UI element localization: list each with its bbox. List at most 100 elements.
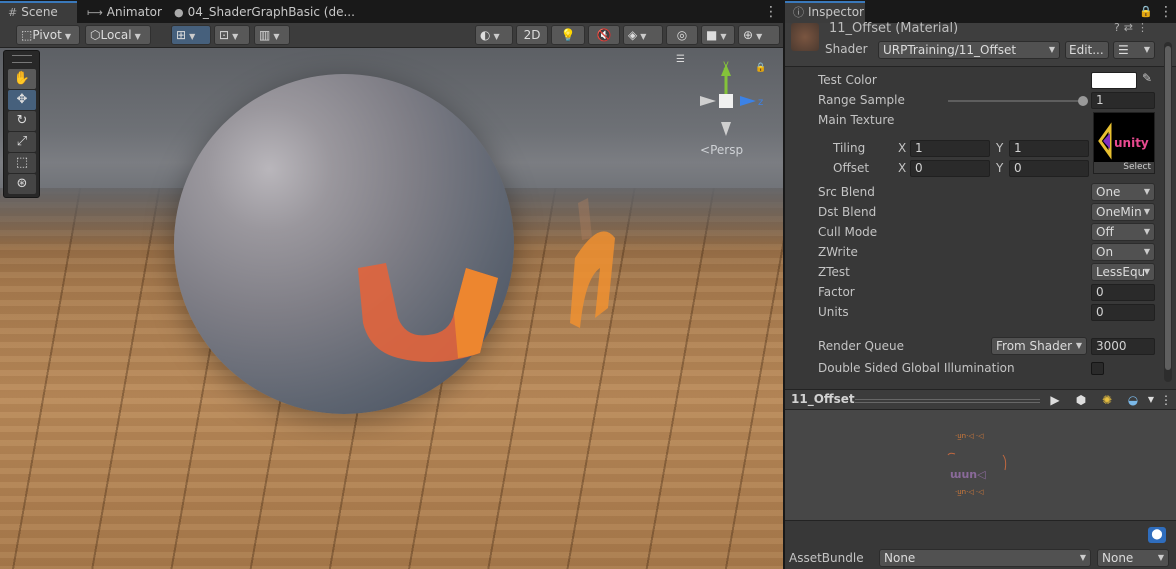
hand-tool-button[interactable]: ✋ xyxy=(8,69,36,89)
zwrite-dropdown[interactable]: On ▼ xyxy=(1091,243,1155,261)
snap-icon: ⊡ xyxy=(219,28,230,42)
main-texture-slot[interactable]: unity Select xyxy=(1093,112,1155,174)
preview-more-icon[interactable]: ⋮ xyxy=(1155,391,1176,409)
mute-icon: 🔇 xyxy=(596,28,612,42)
inspector-more-icon[interactable]: ⋮ xyxy=(1159,5,1173,19)
main-texture-label: Main Texture xyxy=(818,113,895,127)
grid-snap-toggle[interactable]: ⊞ ▼ xyxy=(171,25,211,45)
shadergraph-icon: ● xyxy=(174,6,184,19)
local-dropdown[interactable]: ⬡Local ▼ xyxy=(85,25,151,45)
render-queue-field[interactable]: 3000 xyxy=(1091,338,1155,355)
mesh-cube-icon[interactable]: ⬢ xyxy=(1070,391,1092,409)
ruler-icon: ▥ xyxy=(259,28,271,42)
test-color-swatch[interactable] xyxy=(1091,72,1137,89)
assetbundle-dropdown[interactable]: None ▼ xyxy=(879,549,1091,567)
preview-drag-handle[interactable] xyxy=(855,399,1040,403)
range-sample-slider-knob[interactable] xyxy=(1078,96,1088,106)
snap-increment-button[interactable]: ⊡ ▼ xyxy=(214,25,250,45)
shader-label: Shader xyxy=(825,42,868,56)
play-icon[interactable]: ▶ xyxy=(1044,391,1066,409)
offset-x-field[interactable]: 0 xyxy=(910,160,990,177)
chevron-down-icon: ▼ xyxy=(720,32,727,41)
material-sphere[interactable] xyxy=(174,74,514,414)
shader-edit-button[interactable]: Edit... xyxy=(1065,41,1109,59)
material-preview[interactable]: ·u̲n·◁ ·◁ ɯun◁ ·u̲n·◁ ·◁ xyxy=(785,410,1176,520)
projection-label[interactable]: <Persp xyxy=(700,143,743,157)
persp-label: Persp xyxy=(710,143,744,157)
tab-scene[interactable]: # Scene xyxy=(0,1,77,23)
factor-field[interactable]: 0 xyxy=(1091,284,1155,301)
animator-icon: ⟼ xyxy=(87,6,103,19)
grid-snap-icon: ⊞ xyxy=(176,28,187,42)
material-thumbnail xyxy=(791,23,819,51)
test-color-label: Test Color xyxy=(818,73,877,87)
audio-toggle[interactable]: 🔇 xyxy=(588,25,620,45)
tag-icon[interactable]: ⬤ xyxy=(1148,527,1166,543)
render-queue-dropdown[interactable]: From Shader ▼ xyxy=(991,337,1087,355)
range-sample-slider[interactable] xyxy=(948,100,1083,102)
lock-icon[interactable]: 🔒 xyxy=(755,63,766,73)
more-icon[interactable]: ⋮ xyxy=(1137,21,1152,34)
units-field[interactable]: 0 xyxy=(1091,304,1155,321)
grid-visibility-button[interactable]: ▥ ▼ xyxy=(254,25,290,45)
units-label: Units xyxy=(818,305,849,319)
overlay-menu-icon[interactable]: ☰ xyxy=(676,54,685,65)
tiling-y-label: Y xyxy=(996,141,1004,155)
header-icons: ?⇄⋮ xyxy=(1114,21,1152,34)
pivot-dropdown[interactable]: ⬚Pivot ▼ xyxy=(16,25,80,45)
chevron-down-icon: ▼ xyxy=(1143,187,1150,196)
tab-animator[interactable]: ⟼ Animator xyxy=(79,1,170,23)
chevron-down-icon: ▼ xyxy=(1157,553,1164,562)
ztest-dropdown[interactable]: LessEqu ▼ xyxy=(1091,263,1155,281)
cull-mode-value: Off xyxy=(1096,225,1114,239)
gizmos-dropdown[interactable]: ⊕ ▼ xyxy=(738,25,780,45)
assetbundle-variant-dropdown[interactable]: None ▼ xyxy=(1097,549,1169,567)
shader-options-dropdown[interactable]: ☰ ▼ xyxy=(1113,41,1155,59)
assetbundle-footer: ⬤ AssetBundle None ▼ None ▼ xyxy=(785,520,1176,569)
chevron-down-icon: ▼ xyxy=(1143,45,1150,54)
cull-mode-dropdown[interactable]: Off ▼ xyxy=(1091,223,1155,241)
scene-visibility-toggle[interactable]: ◎ xyxy=(666,25,698,45)
inspector-scrollbar[interactable] xyxy=(1164,42,1172,382)
transform-tool-button[interactable]: ⊛ xyxy=(8,174,36,194)
move-tool-button[interactable]: ✥ xyxy=(8,90,36,110)
grid-icon: # xyxy=(8,6,18,19)
palette-grip[interactable] xyxy=(12,55,32,63)
tiling-x-field[interactable]: 1 xyxy=(910,140,990,157)
chevron-down-icon: ▼ xyxy=(232,32,239,41)
chevron-down-icon: ▼ xyxy=(64,32,71,41)
help-icon[interactable]: ? xyxy=(1114,21,1124,34)
mode-2d-button[interactable]: 2D xyxy=(516,25,548,45)
offset-y-field[interactable]: 0 xyxy=(1009,160,1089,177)
draw-mode-dropdown[interactable]: ◐ ▼ xyxy=(475,25,513,45)
effects-dropdown[interactable]: ◈ ▼ xyxy=(623,25,663,45)
inspector-scroll-thumb[interactable] xyxy=(1165,46,1171,370)
eyedropper-icon[interactable]: ✎ xyxy=(1142,71,1152,85)
lighting-toggle[interactable]: 💡 xyxy=(551,25,585,45)
tab-inspector-label: Inspector xyxy=(808,5,864,19)
rotate-tool-button[interactable]: ↻ xyxy=(8,111,36,131)
scene-viewport[interactable]: y z <Persp 🔒 ☰ xyxy=(0,48,783,569)
lock-icon[interactable]: 🔒 xyxy=(1139,5,1153,19)
tab-inspector[interactable]: ⓘ Inspector xyxy=(785,1,865,23)
camera-dropdown[interactable]: ■ ▼ xyxy=(701,25,735,45)
double-sided-gi-checkbox[interactable] xyxy=(1091,362,1104,375)
svg-text:unity: unity xyxy=(1114,136,1149,150)
texture-select-button[interactable]: Select xyxy=(1094,162,1154,173)
tab-shadergraph[interactable]: ● 04_ShaderGraphBasic (de... xyxy=(166,1,363,23)
scale-tool-button[interactable]: ⤢ xyxy=(8,132,36,152)
src-blend-dropdown[interactable]: One ▼ xyxy=(1091,183,1155,201)
shader-value: URPTraining/11_Offset xyxy=(883,43,1017,57)
axis-z-label: z xyxy=(758,97,763,108)
scene-more-icon[interactable]: ⋮ xyxy=(764,5,778,19)
tiling-y-field[interactable]: 1 xyxy=(1009,140,1089,157)
dst-blend-dropdown[interactable]: OneMin ▼ xyxy=(1091,203,1155,221)
shader-dropdown[interactable]: URPTraining/11_Offset ▼ xyxy=(878,41,1060,59)
settings-icon[interactable]: ⇄ xyxy=(1124,21,1137,34)
range-sample-field[interactable]: 1 xyxy=(1091,92,1155,109)
factor-label: Factor xyxy=(818,285,855,299)
rect-tool-button[interactable]: ⬚ xyxy=(8,153,36,173)
hand-icon: ✋ xyxy=(13,71,31,86)
light-toggle-icon[interactable]: ✺ xyxy=(1096,391,1118,409)
tiling-x-label: X xyxy=(898,141,907,155)
